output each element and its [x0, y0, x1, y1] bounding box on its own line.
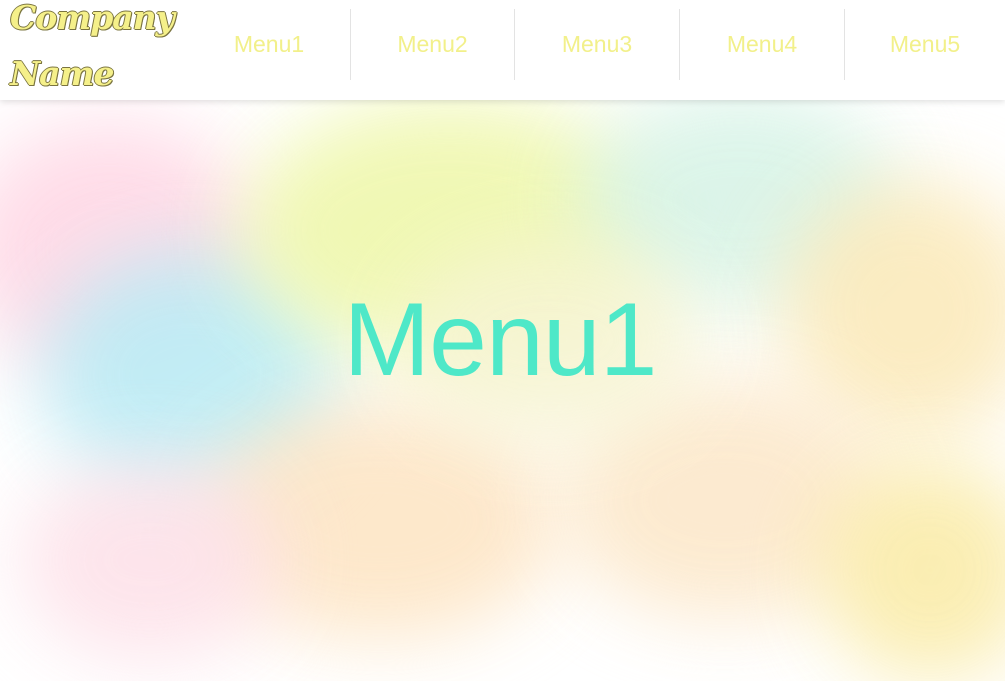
nav-item-menu1[interactable]: Menu1	[188, 9, 350, 80]
page: Company Name Menu1 Menu2 Menu3 Menu4 Men…	[0, 0, 1005, 681]
hero-section: Menu1	[0, 100, 1005, 681]
site-header: Company Name Menu1 Menu2 Menu3 Menu4 Men…	[0, 0, 1005, 100]
nav-item-menu5[interactable]: Menu5	[844, 9, 1005, 80]
hero-title: Menu1	[343, 282, 658, 398]
nav-item-menu4[interactable]: Menu4	[679, 9, 844, 80]
nav-item-menu2[interactable]: Menu2	[350, 9, 514, 80]
nav-item-menu3[interactable]: Menu3	[514, 9, 679, 80]
main-nav: Menu1 Menu2 Menu3 Menu4 Menu5	[188, 9, 1005, 80]
company-logo[interactable]: Company Name	[10, 0, 175, 102]
